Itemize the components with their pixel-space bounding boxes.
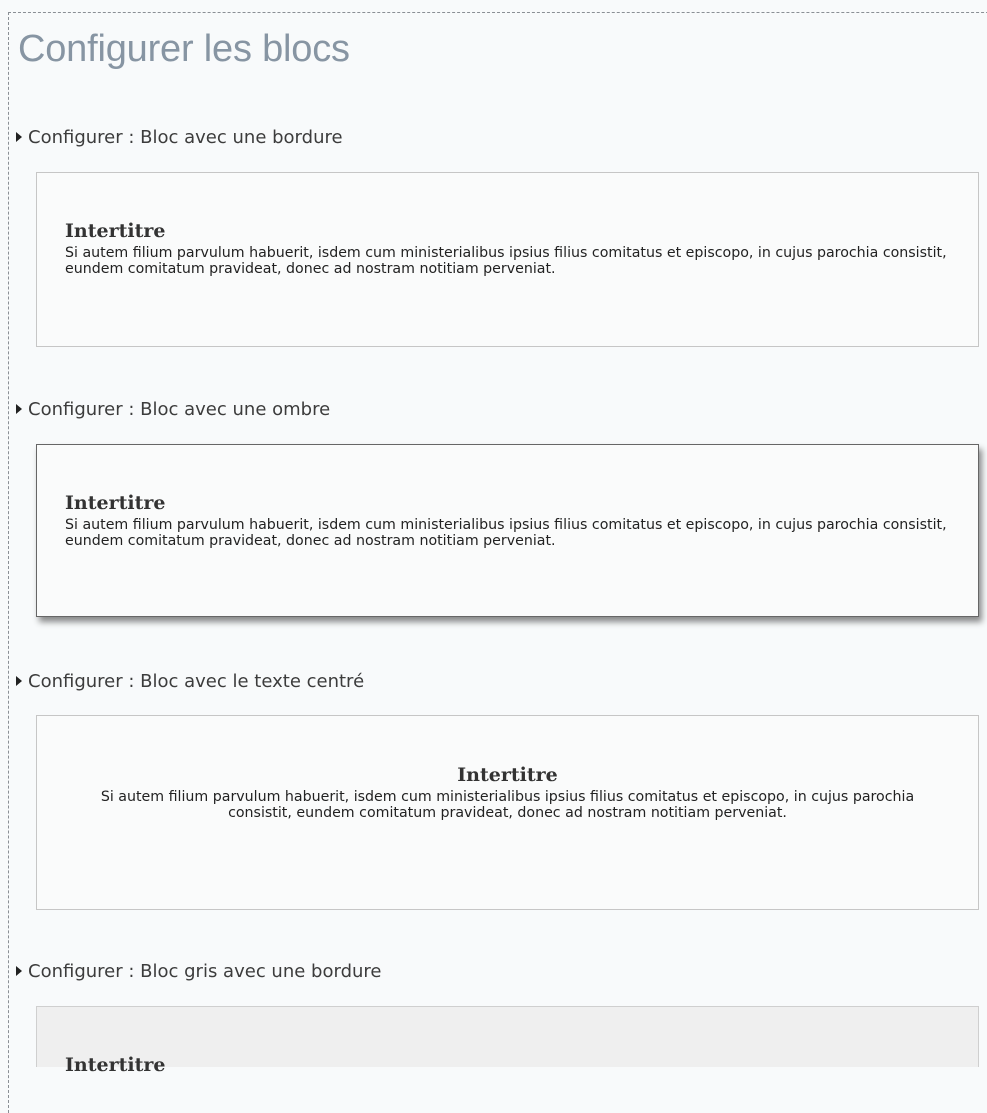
configure-grey-block-toggle[interactable]: Configurer : Bloc gris avec une bordure: [16, 959, 381, 983]
block-content: Intertitre Si autem filium parvulum habu…: [65, 219, 958, 277]
block-content: Intertitre Si autem filium parvulum habu…: [77, 763, 938, 821]
toggle-label: Configurer : Bloc gris avec une bordure: [28, 960, 382, 982]
toggle-label: Configurer : Bloc avec le texte centré: [28, 670, 365, 692]
block-heading: Intertitre: [65, 220, 166, 242]
configure-centered-block-toggle[interactable]: Configurer : Bloc avec le texte centré: [16, 669, 364, 693]
shadow-block: Intertitre Si autem filium parvulum habu…: [36, 444, 979, 617]
block-content: Intertitre: [65, 1053, 958, 1077]
centered-text-block: Intertitre Si autem filium parvulum habu…: [36, 715, 979, 910]
caret-right-icon: [16, 132, 22, 142]
caret-right-icon: [16, 676, 22, 686]
block-content: Intertitre Si autem filium parvulum habu…: [65, 491, 958, 549]
block-text: Si autem filium parvulum habuerit, isdem…: [65, 517, 947, 549]
block-heading: Intertitre: [65, 492, 166, 514]
toggle-label: Configurer : Bloc avec une bordure: [28, 126, 343, 148]
block-heading: Intertitre: [457, 764, 558, 786]
grey-bordered-block: Intertitre: [36, 1006, 979, 1076]
block-text: Si autem filium parvulum habuerit, isdem…: [100, 789, 915, 821]
configure-shadow-block-toggle[interactable]: Configurer : Bloc avec une ombre: [16, 397, 330, 421]
caret-right-icon: [16, 966, 22, 976]
block-text: Si autem filium parvulum habuerit, isdem…: [65, 245, 947, 277]
block-heading: Intertitre: [65, 1054, 166, 1076]
toggle-label: Configurer : Bloc avec une ombre: [28, 398, 331, 420]
bordered-block: Intertitre Si autem filium parvulum habu…: [36, 172, 979, 347]
caret-right-icon: [16, 404, 22, 414]
configure-bordered-block-toggle[interactable]: Configurer : Bloc avec une bordure: [16, 125, 343, 149]
page-title: Configurer les blocs: [18, 28, 350, 70]
